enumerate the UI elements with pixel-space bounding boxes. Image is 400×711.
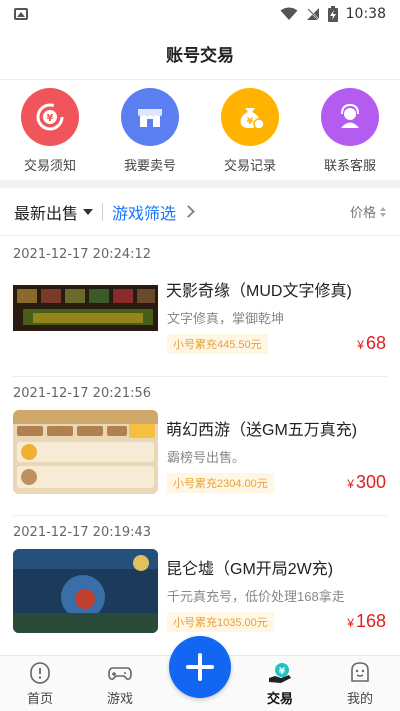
listing-description: 霸榜号出售。 xyxy=(167,450,246,465)
currency-symbol: ¥ xyxy=(347,477,354,491)
listing-item[interactable]: 2021-12-17 20:19:43 昆仑墟（GM开局2W充) 千元真充号，低… xyxy=(0,515,400,655)
quick-action-customer-service[interactable]: 联系客服 xyxy=(305,82,395,180)
nav-item-trade[interactable]: ¥ 交易 xyxy=(240,656,320,711)
battery-charging-icon xyxy=(327,6,338,22)
filter-bar: 最新出售 游戏筛选 价格 xyxy=(0,188,400,236)
quick-action-label: 交易记录 xyxy=(223,158,276,173)
latest-sale-dropdown[interactable]: 最新出售 xyxy=(14,200,94,224)
recharge-badge: 小号累充1035.00元 xyxy=(167,612,274,632)
currency-symbol: ¥ xyxy=(347,616,354,630)
currency-symbol: ¥ xyxy=(357,338,364,352)
trade-icon: ¥ xyxy=(269,663,291,683)
wifi-icon xyxy=(280,7,298,20)
price-value: 68 xyxy=(365,333,386,353)
listing-item[interactable]: 2021-12-17 20:21:56 萌幻西游（送GM五万真充) 霸榜号出售。… xyxy=(0,376,400,516)
listing-item[interactable]: 2021-12-17 20:24:12 天影奇缘（MUD文字修真) 文字修真，掌… xyxy=(0,237,400,377)
nav-label: 我的 xyxy=(346,691,373,706)
quick-action-label: 交易须知 xyxy=(23,158,76,173)
listing-price: ¥300 xyxy=(347,472,386,493)
listing-price: ¥168 xyxy=(347,611,386,632)
listing-time: 2021-12-17 20:19:43 xyxy=(13,525,152,540)
nav-label: 游戏 xyxy=(106,691,133,706)
nav-item-games[interactable]: 游戏 xyxy=(80,656,160,711)
nav-label: 交易 xyxy=(266,691,293,706)
listing-price: ¥68 xyxy=(357,333,386,354)
caret-down-icon xyxy=(83,208,94,215)
listing-title: 昆仑墟（GM开局2W充) xyxy=(166,561,334,578)
quick-action-trade-notice[interactable]: ¥ 交易须知 xyxy=(5,82,95,180)
listing-title: 天影奇缘（MUD文字修真) xyxy=(166,283,352,300)
plus-icon xyxy=(186,653,214,681)
nav-label: 首页 xyxy=(26,691,53,706)
filter-separator xyxy=(102,202,104,221)
quick-action-label: 我要卖号 xyxy=(123,158,176,173)
listing-description: 千元真充号，低价处理168拿走 xyxy=(167,589,345,604)
listing-time: 2021-12-17 20:24:12 xyxy=(13,247,152,262)
status-icons: 10:38 xyxy=(280,5,386,23)
listing-title: 萌幻西游（送GM五万真充) xyxy=(166,422,358,439)
recharge-badge: 小号累充2304.00元 xyxy=(167,473,274,493)
customer-service-icon xyxy=(321,88,379,146)
yuan-refresh-icon: ¥ xyxy=(21,88,79,146)
listing-description: 文字修真，掌御乾坤 xyxy=(167,311,285,326)
latest-sale-label: 最新出售 xyxy=(14,205,79,223)
quick-action-label: 联系客服 xyxy=(323,158,376,173)
title-bar: 账号交易 xyxy=(0,28,400,80)
no-signal-icon xyxy=(306,8,320,21)
price-value: 168 xyxy=(355,611,386,631)
page-title: 账号交易 xyxy=(166,46,234,65)
svg-text:¥: ¥ xyxy=(47,113,54,124)
quick-action-sell-account[interactable]: 我要卖号 xyxy=(105,82,195,180)
gamepad-icon xyxy=(108,667,132,680)
image-notification-icon xyxy=(14,8,28,20)
price-sort-label: 价格 xyxy=(349,205,376,220)
status-time: 10:38 xyxy=(345,6,386,22)
listing-thumbnail xyxy=(13,410,158,494)
recharge-badge: 小号累充445.50元 xyxy=(167,334,268,354)
chevron-right-icon xyxy=(182,205,195,218)
add-button[interactable] xyxy=(169,636,231,698)
listing-thumbnail xyxy=(13,271,158,355)
svg-text:¥: ¥ xyxy=(247,117,254,127)
status-bar: 10:38 xyxy=(0,0,400,28)
game-filter-label: 游戏筛选 xyxy=(112,205,177,223)
quick-action-trade-records[interactable]: ¥ 交易记录 xyxy=(205,82,295,180)
section-divider xyxy=(0,180,400,188)
listing-thumbnail xyxy=(13,549,158,633)
svg-text:¥: ¥ xyxy=(279,667,286,677)
sort-icon xyxy=(380,206,386,217)
quick-actions: ¥ 交易须知 我要卖号 ¥ 交易记录 联系客服 xyxy=(0,82,400,180)
price-value: 300 xyxy=(355,472,386,492)
nav-item-home[interactable]: 首页 xyxy=(0,656,80,711)
home-icon xyxy=(30,662,50,684)
game-filter-button[interactable]: 游戏筛选 xyxy=(112,200,195,224)
nav-item-profile[interactable]: 我的 xyxy=(320,656,400,711)
store-icon xyxy=(121,88,179,146)
profile-icon xyxy=(351,662,369,682)
listing-time: 2021-12-17 20:21:56 xyxy=(13,386,152,401)
price-sort-button[interactable]: 价格 xyxy=(350,202,386,221)
money-bag-icon: ¥ xyxy=(221,88,279,146)
